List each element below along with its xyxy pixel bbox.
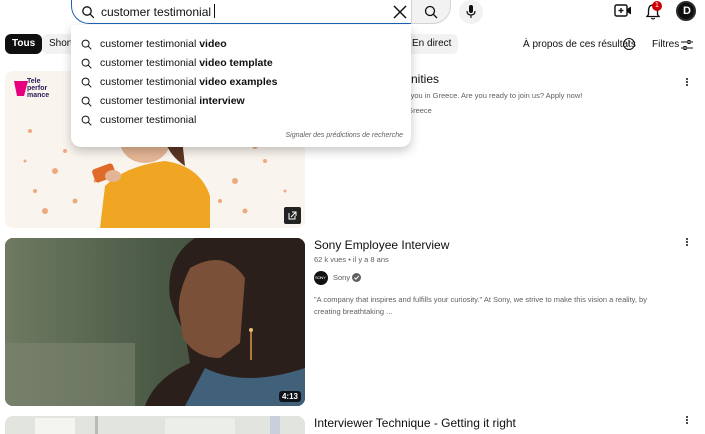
result-meta: 62 k vues • il y a 8 ans: [314, 255, 389, 264]
search-icon: [424, 5, 438, 19]
result-title[interactable]: Sony Employee Interview: [314, 238, 449, 252]
thumb-logo-text: Tele perfor mance: [27, 78, 50, 99]
suggestion-completion: interview: [199, 95, 245, 107]
channel-avatar[interactable]: SONY: [314, 271, 328, 285]
search-icon: [81, 96, 92, 107]
thumbnail-image: [5, 238, 305, 406]
chip-all[interactable]: Tous: [5, 34, 43, 54]
voice-search-button[interactable]: [459, 0, 483, 24]
suggestion-completion: video template: [199, 57, 273, 69]
top-bar: customer testimonial 1 D: [0, 0, 705, 24]
suggestion-prefix: customer testimonial: [100, 114, 197, 126]
channel-name[interactable]: Sony: [333, 273, 350, 282]
result-description-partial: sit you in Greece. Are you ready to join…: [401, 91, 583, 100]
microphone-icon: [466, 5, 476, 18]
suggestion-item[interactable]: customer testimonial: [71, 111, 411, 130]
search-button[interactable]: [411, 0, 451, 24]
search-input[interactable]: customer testimonial: [101, 5, 211, 19]
filters-sliders-icon[interactable]: [681, 39, 693, 51]
create-video-icon[interactable]: [614, 3, 632, 19]
search-icon: [81, 58, 92, 69]
suggestion-item[interactable]: customer testimonial video template: [71, 54, 411, 73]
filters-button[interactable]: Filtres: [652, 39, 679, 50]
verified-badge-icon: [352, 273, 361, 282]
more-actions-icon[interactable]: [684, 77, 690, 89]
text-caret: [214, 4, 216, 18]
thumbnail-image: [5, 416, 305, 434]
suggestion-completion: video: [199, 38, 227, 50]
suggestion-item[interactable]: customer testimonial interview: [71, 92, 411, 111]
external-link-icon[interactable]: [284, 207, 301, 224]
upload-age: il y a 8 ans: [352, 255, 389, 264]
video-duration: 4:13: [278, 391, 301, 402]
avatar-letter: D: [683, 5, 691, 17]
suggestion-prefix: customer testimonial: [100, 38, 200, 50]
suggestion-prefix: customer testimonial: [100, 95, 200, 107]
view-count: 62 k vues: [314, 255, 347, 264]
search-icon: [81, 115, 92, 126]
account-avatar[interactable]: D: [676, 1, 696, 21]
report-predictions-link[interactable]: Signaler des prédictions de recherche: [285, 132, 403, 139]
result-title[interactable]: Interviewer Technique - Getting it right: [314, 416, 516, 430]
video-thumbnail-sony[interactable]: 4:13: [5, 238, 305, 406]
search-icon: [81, 39, 92, 50]
suggestion-item[interactable]: customer testimonial video: [71, 35, 411, 54]
more-actions-icon[interactable]: [684, 415, 690, 427]
suggestion-completion: video examples: [199, 76, 278, 88]
channel-avatar-text: SONY: [315, 275, 326, 280]
suggestion-prefix: customer testimonial: [100, 76, 200, 88]
clear-search-icon[interactable]: [391, 3, 409, 21]
chip-live[interactable]: En direct: [405, 34, 459, 54]
more-actions-icon[interactable]: [684, 237, 690, 249]
suggestion-item[interactable]: customer testimonial video examples: [71, 73, 411, 92]
about-results-link[interactable]: À propos de ces résultats: [523, 39, 636, 50]
search-box[interactable]: customer testimonial: [71, 0, 411, 24]
notification-count-badge: 1: [652, 1, 662, 11]
video-thumbnail-interviewer[interactable]: [5, 416, 305, 434]
search-icon: [82, 6, 95, 19]
result-description: "A company that inspires and fulfills yo…: [314, 295, 647, 316]
search-suggestions-dropdown: customer testimonial video customer test…: [71, 25, 411, 147]
search-icon: [81, 77, 92, 88]
info-icon[interactable]: i: [623, 38, 635, 50]
suggestion-prefix: customer testimonial: [100, 57, 200, 69]
